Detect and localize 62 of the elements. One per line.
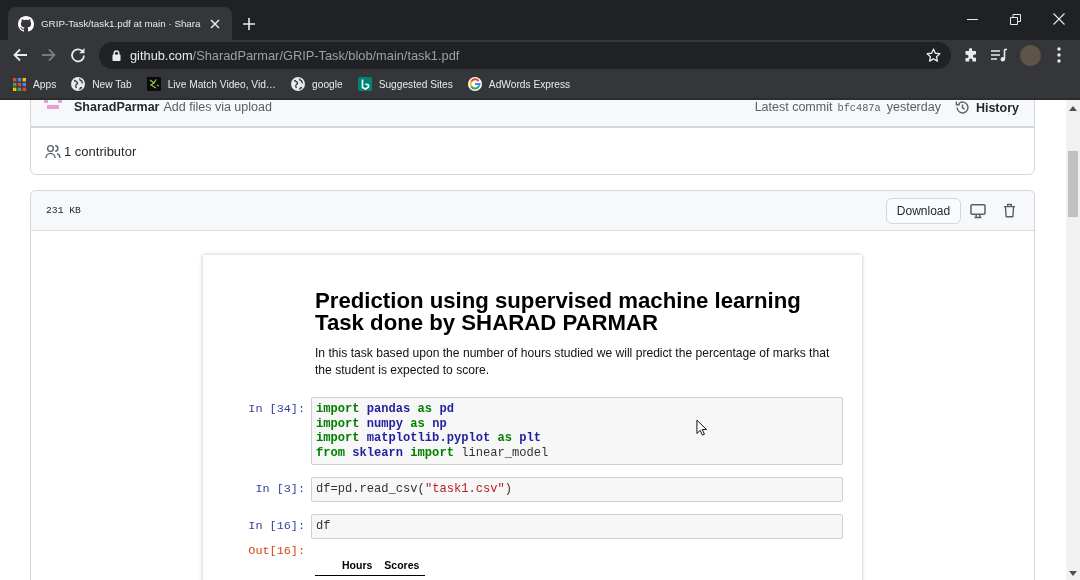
url-text: github.com/SharadParmar/GRIP-Task/blob/main/task1.pdf <box>130 47 460 63</box>
cat-logo-icon <box>18 15 34 32</box>
bookmark[interactable]: Live Match Video, Vid… <box>146 77 277 91</box>
scrollbar[interactable] <box>1066 100 1080 580</box>
browser-tab[interactable]: GRIP-Task/task1.pdf at main · Shara <box>8 7 232 40</box>
latest-commit-label: Latest commit <box>754 100 833 114</box>
close-tab-icon[interactable] <box>210 18 220 29</box>
column-header: Hours <box>341 558 374 571</box>
history-icon <box>954 100 970 115</box>
intro-paragraph: In this task based upon the number of hours studied we will predict the percentage of marks that the student is expected to score. <box>315 345 831 379</box>
mouse-cursor-icon <box>696 419 707 436</box>
commit-time: yesterday <box>886 100 941 114</box>
code-line: df <box>316 518 331 534</box>
desktop-icon[interactable] <box>970 202 986 219</box>
globe-icon <box>71 77 86 91</box>
bookmark[interactable]: AdWords Express <box>467 77 571 91</box>
address-bar[interactable]: github.com/SharadParmar/GRIP-Task/blob/main/task1.pdf <box>99 41 951 69</box>
trash-icon[interactable] <box>1003 203 1016 218</box>
globe-icon <box>291 77 306 91</box>
scrollbar-thumb[interactable] <box>1068 151 1078 217</box>
new-tab-icon[interactable] <box>243 18 255 30</box>
input-prompt: In [16]: <box>247 517 305 535</box>
identicon-icon <box>44 100 62 109</box>
star-icon[interactable] <box>926 47 941 63</box>
lock-icon <box>112 49 121 61</box>
commit-message-link[interactable]: Add files via upload <box>163 100 272 114</box>
input-prompt: In [34]: <box>247 401 305 418</box>
code-line: import matplotlib.pyplot as plt <box>316 431 541 446</box>
code-line: from sklearn import linear_model <box>316 445 549 461</box>
bookmark[interactable]: Apps <box>13 77 57 91</box>
contributors-link[interactable]: 1 contributor <box>64 143 137 159</box>
bookmark[interactable]: New Tab <box>71 77 132 91</box>
back-icon[interactable] <box>12 47 28 63</box>
column-header: Scores <box>383 558 421 571</box>
menu-icon[interactable] <box>1057 47 1061 63</box>
close-icon[interactable] <box>1052 13 1065 25</box>
tile-logo-icon <box>357 77 372 91</box>
playlist-icon[interactable] <box>991 48 1007 62</box>
grid-icon <box>13 77 26 91</box>
code-line: df=pd.read_csv("task1.csv") <box>316 482 512 497</box>
bookmark[interactable]: google <box>291 77 343 91</box>
notebook-title: Prediction using supervised machine learning <box>315 290 802 312</box>
notebook-title: Task done by SHARAD PARMAR <box>315 312 660 334</box>
scroll-up-icon[interactable] <box>1069 106 1077 111</box>
input-prompt: In [3]: <box>254 481 305 499</box>
download-button[interactable]: Download <box>886 197 961 224</box>
ring-logo-icon <box>467 77 482 91</box>
commit-sha-link[interactable]: bfc487a <box>837 102 881 114</box>
squiggle-logo-icon <box>146 77 161 91</box>
scroll-down-icon[interactable] <box>1069 571 1077 576</box>
minimize-icon[interactable] <box>967 18 978 20</box>
commit-author-link[interactable]: SharadParmar <box>74 100 160 114</box>
bookmark[interactable]: Suggested Sites <box>357 77 453 91</box>
history-link[interactable]: History <box>954 100 1019 115</box>
restore-icon[interactable] <box>1010 13 1021 25</box>
puzzle-icon[interactable] <box>963 47 979 63</box>
code-line: import pandas as pd <box>316 402 454 417</box>
file-size: 231 KB <box>46 205 81 216</box>
people-icon <box>45 143 61 159</box>
output-prompt: Out[16]: <box>247 543 305 560</box>
reload-icon[interactable] <box>70 47 86 63</box>
code-line: import numpy as np <box>316 416 447 432</box>
